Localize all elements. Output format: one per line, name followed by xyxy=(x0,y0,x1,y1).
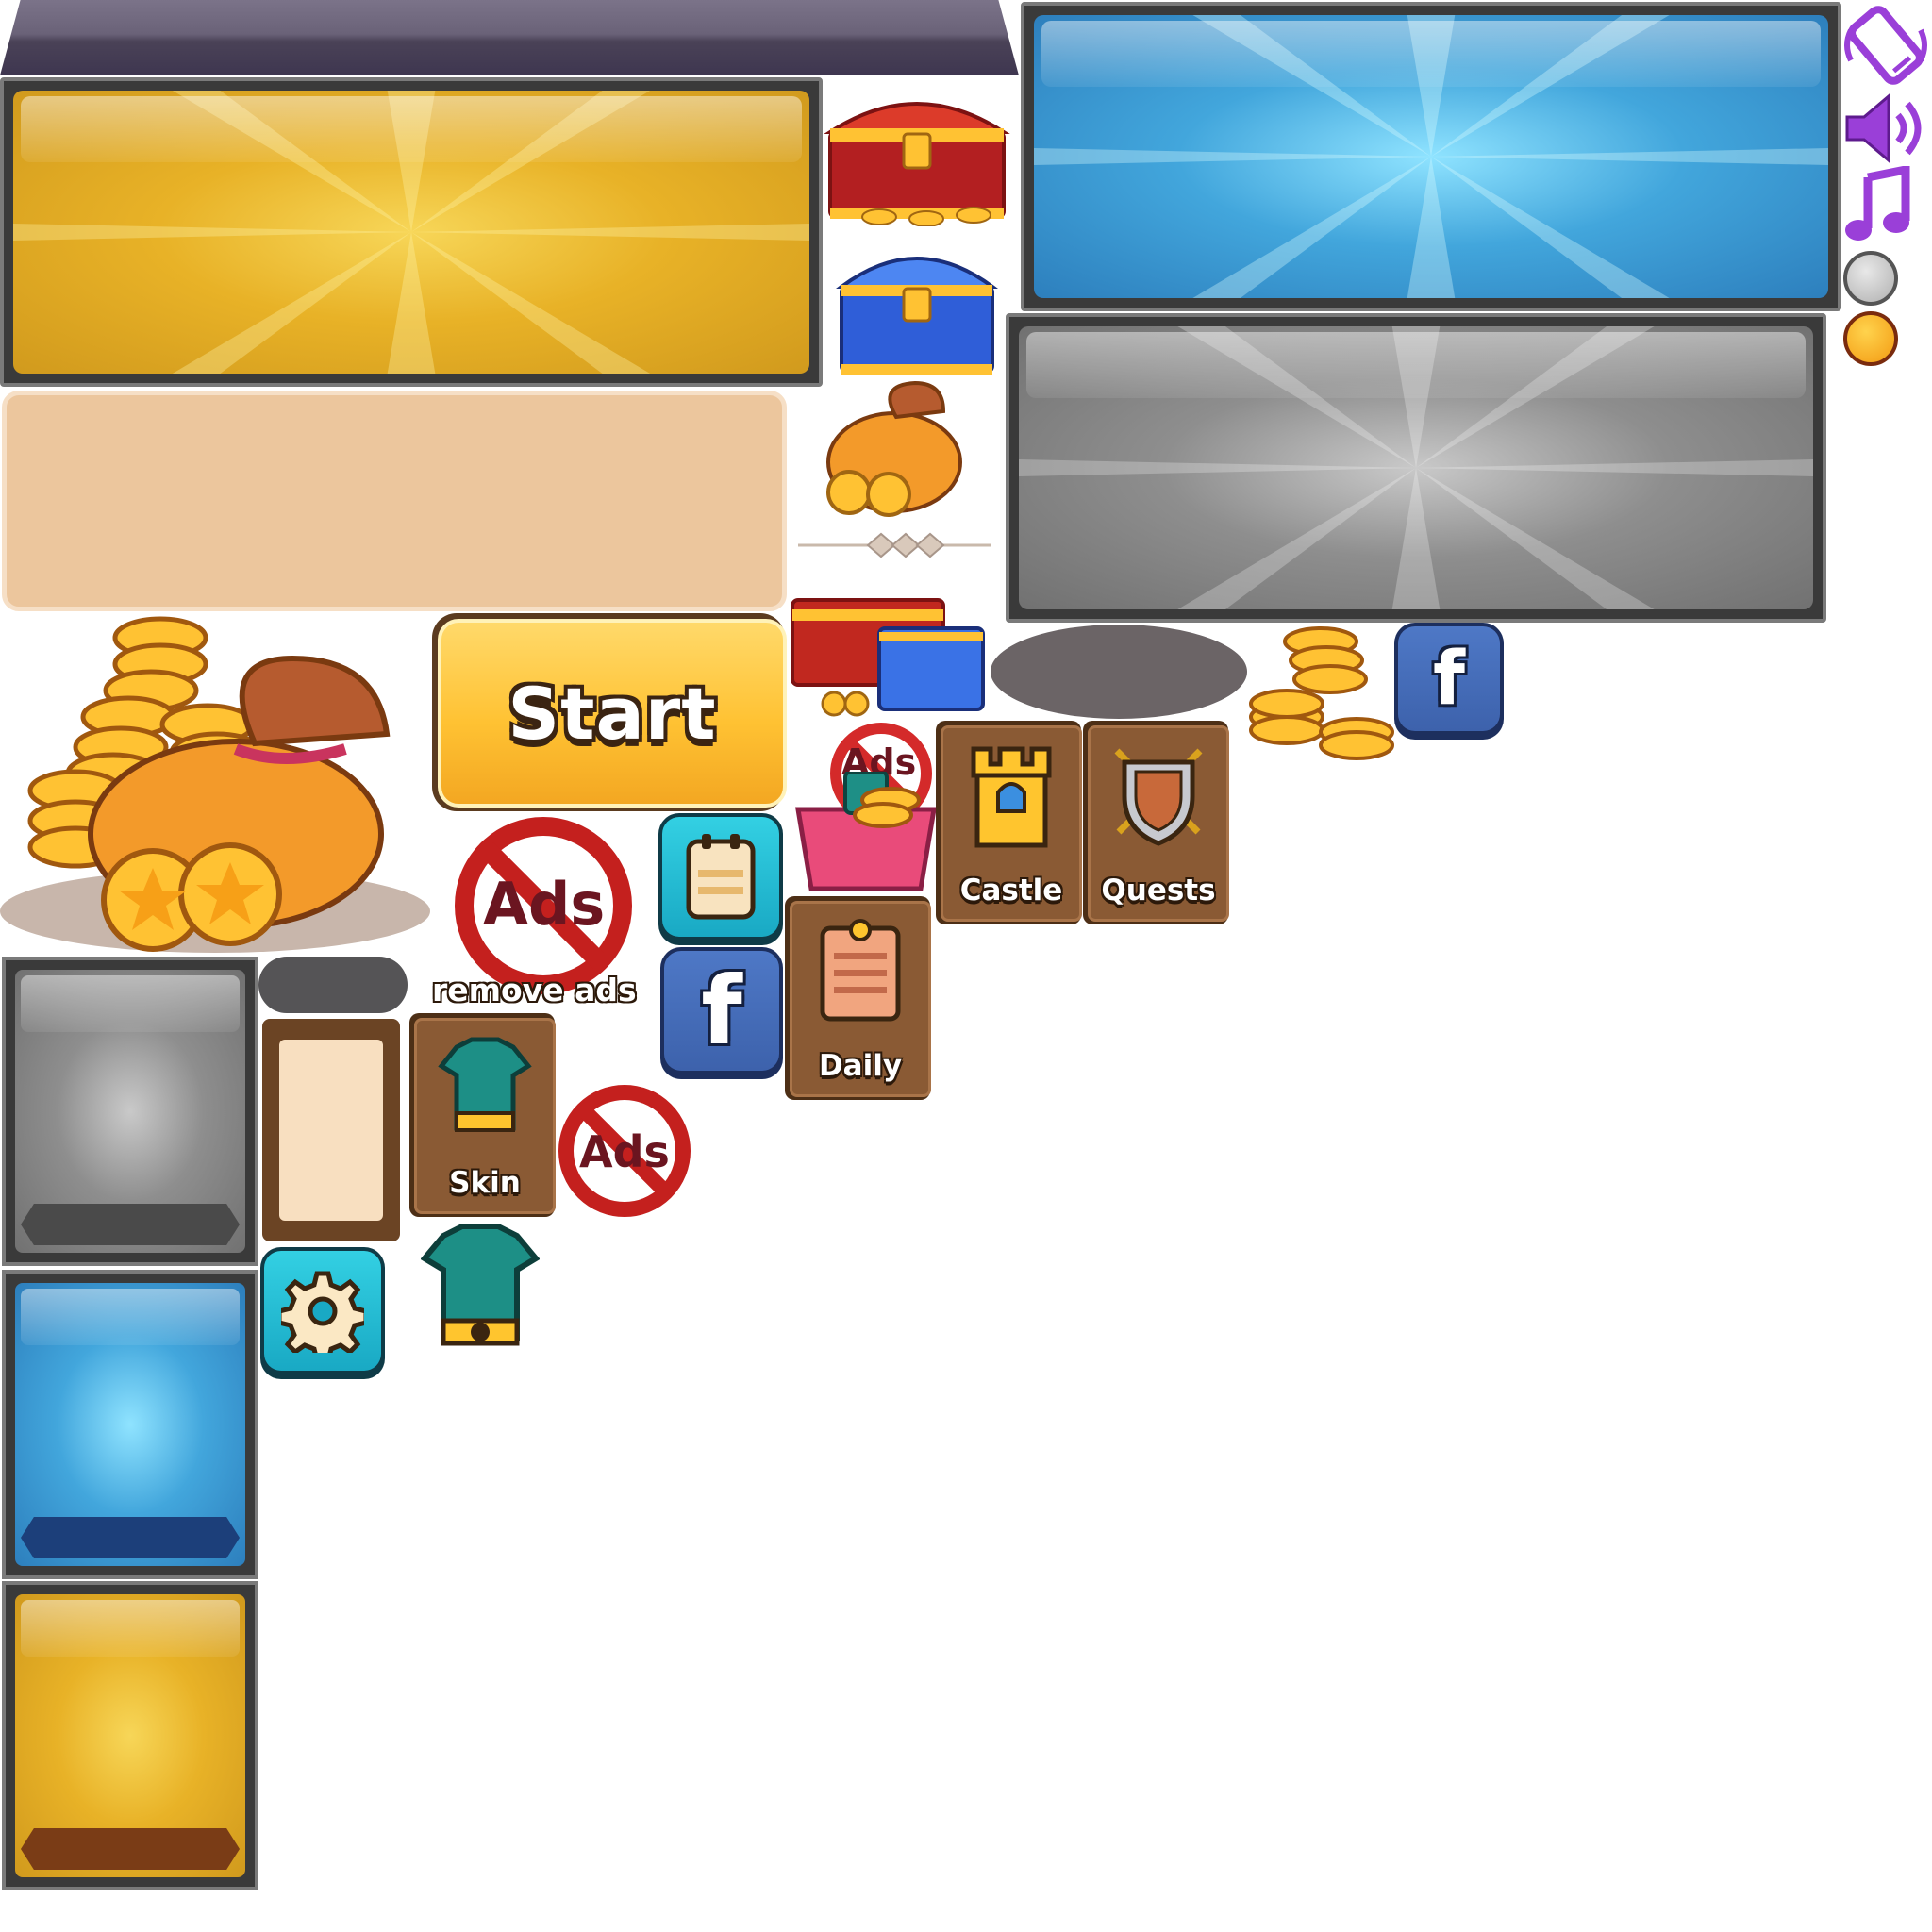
blue-treasure-chest-icon xyxy=(835,257,999,375)
start-button[interactable]: Start xyxy=(432,613,787,811)
shield-swords-icon xyxy=(1114,748,1203,846)
castle-button[interactable]: Castle xyxy=(936,721,1082,924)
grey-dot-icon xyxy=(1843,251,1898,306)
sound-icon[interactable] xyxy=(1841,91,1930,166)
quests-button-label: Quests xyxy=(1101,874,1216,908)
facebook-icon: f xyxy=(1433,636,1465,722)
daily-button[interactable]: Daily xyxy=(785,896,931,1100)
castle-tower-icon xyxy=(971,746,1052,848)
grey-pill xyxy=(258,957,408,1013)
remove-ads-label[interactable]: remove ads xyxy=(432,972,637,1008)
gear-icon xyxy=(281,1271,364,1353)
grey-card-panel xyxy=(2,957,258,1266)
red-treasure-chest-icon xyxy=(824,102,1010,226)
skin-button-label: Skin xyxy=(449,1166,521,1200)
coin-stacks-icon xyxy=(1249,626,1394,760)
beige-card xyxy=(262,1019,400,1241)
armor-icon xyxy=(438,1037,532,1132)
notes-button[interactable] xyxy=(658,813,783,945)
coin-bag-icon xyxy=(826,380,962,517)
facebook-icon: f xyxy=(701,956,742,1066)
blue-card-panel xyxy=(2,1270,258,1579)
start-button-label: Start xyxy=(508,671,717,756)
no-ads-large-label: Ads xyxy=(483,870,606,939)
coin-bag-large-icon xyxy=(0,616,430,953)
diamond-divider-icon xyxy=(798,532,991,558)
beige-panel xyxy=(2,391,787,611)
armor-icon xyxy=(421,1224,540,1346)
notepad-icon xyxy=(686,833,756,919)
shadow-ellipse xyxy=(991,625,1247,719)
gift-box-icon xyxy=(795,772,937,891)
blue-panel-large xyxy=(1021,2,1841,311)
facebook-button-large[interactable]: f xyxy=(660,947,783,1079)
castle-button-label: Castle xyxy=(959,874,1063,908)
phone-vibrate-icon[interactable] xyxy=(1841,2,1930,89)
chests-bundle-icon xyxy=(791,598,985,717)
daily-clipboard-icon xyxy=(820,919,901,1022)
daily-button-label: Daily xyxy=(818,1049,903,1083)
skin-button[interactable]: Skin xyxy=(409,1013,556,1217)
no-ads-medium-label: Ads xyxy=(579,1126,670,1177)
gold-panel-large xyxy=(0,77,823,387)
gold-dot-icon xyxy=(1843,311,1898,366)
top-header-bar xyxy=(0,0,1019,75)
quests-button[interactable]: Quests xyxy=(1083,721,1229,924)
grey-panel-large xyxy=(1006,313,1826,623)
settings-button[interactable] xyxy=(260,1247,385,1379)
facebook-button-small[interactable]: f xyxy=(1394,623,1504,740)
gold-card-panel xyxy=(2,1581,258,1890)
music-note-icon[interactable] xyxy=(1840,166,1915,245)
